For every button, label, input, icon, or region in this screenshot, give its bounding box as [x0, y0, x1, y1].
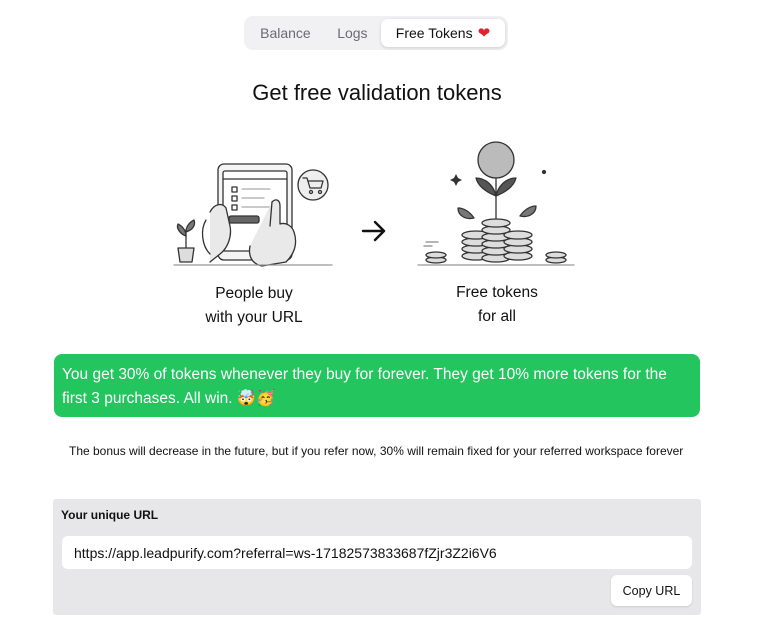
- step-1-line2: with your URL: [205, 309, 303, 326]
- arrow-right-icon: [361, 220, 386, 242]
- coin-stacks-plant-illustration: [417, 141, 575, 266]
- unique-url-card: Your unique URL Copy URL: [53, 499, 701, 615]
- tab-free-tokens-label: Free Tokens: [395, 25, 473, 41]
- tab-bar: Balance Logs Free Tokens ❤: [244, 16, 508, 50]
- tab-free-tokens[interactable]: Free Tokens ❤: [380, 19, 505, 47]
- step-1-line1: People buy: [215, 285, 293, 302]
- step-1-caption: People buy with your URL: [154, 282, 354, 330]
- copy-url-button[interactable]: Copy URL: [611, 575, 692, 606]
- referral-url-field[interactable]: [62, 536, 692, 569]
- heart-icon: ❤: [477, 25, 491, 42]
- step-2-caption: Free tokens for all: [397, 281, 597, 329]
- page-title: Get free validation tokens: [252, 80, 502, 105]
- tab-logs[interactable]: Logs: [324, 19, 381, 47]
- bonus-note: The bonus will decrease in the future, b…: [69, 444, 684, 458]
- step-2-line2: for all: [478, 308, 516, 325]
- tablet-hand-shopping-illustration: [173, 163, 333, 267]
- unique-url-label: Your unique URL: [61, 508, 159, 522]
- tab-balance[interactable]: Balance: [247, 19, 324, 47]
- referral-benefit-banner: You get 30% of tokens whenever they buy …: [54, 354, 700, 417]
- step-2-line1: Free tokens: [456, 284, 538, 301]
